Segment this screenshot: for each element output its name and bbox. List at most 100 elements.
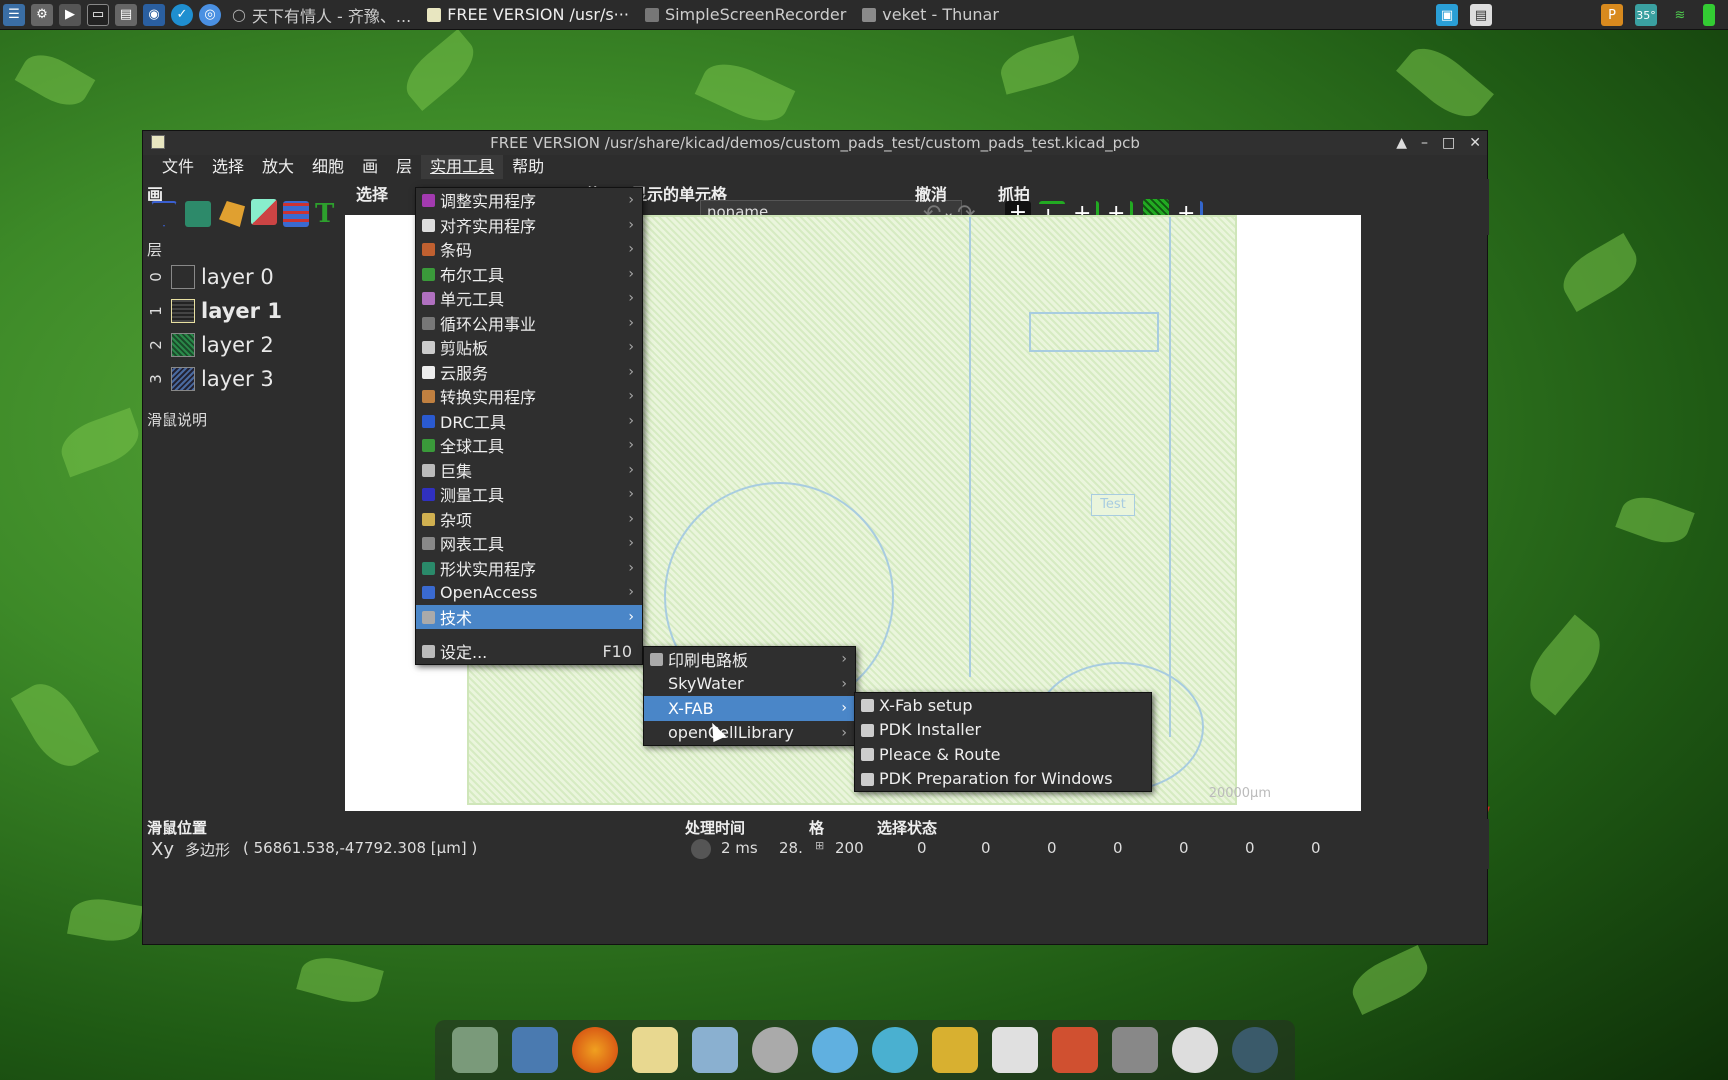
menu-help[interactable]: 帮助 <box>503 155 553 179</box>
dock-files-icon[interactable] <box>452 1027 498 1073</box>
align-icon <box>422 218 435 232</box>
dock-firefox-icon[interactable] <box>572 1027 618 1073</box>
utilities-item[interactable]: 布尔工具 › <box>416 262 642 287</box>
window-list-icon[interactable]: ▤ <box>1470 4 1492 26</box>
package-icon[interactable]: P <box>1601 4 1623 26</box>
utilities-item[interactable]: 网表工具 › <box>416 531 642 556</box>
layer-row[interactable]: 3 layer 3 <box>147 363 274 395</box>
utilities-item[interactable]: 单元工具 › <box>416 286 642 311</box>
app-menu-icon[interactable]: ☰ <box>3 3 25 26</box>
xfab-submenu: X-Fab setup PDK Installer Pleace & Route… <box>854 692 1152 792</box>
text-tool-icon[interactable]: T <box>315 199 341 229</box>
netlist-icon <box>422 537 435 550</box>
dock-media-player-icon[interactable] <box>872 1027 918 1073</box>
dock-monitor-icon[interactable] <box>512 1027 558 1073</box>
menu-file[interactable]: 文件 <box>153 155 203 179</box>
dock-drive-icon[interactable] <box>1112 1027 1158 1073</box>
desktop-icon[interactable]: ▣ <box>1436 4 1458 26</box>
check-icon[interactable]: ✓ <box>171 3 193 26</box>
minimize-button[interactable]: – <box>1421 135 1428 151</box>
menu-label: 印刷电路板 <box>668 651 749 671</box>
utilities-item[interactable]: 条码 › <box>416 237 642 262</box>
chevron-right-icon: › <box>628 535 634 552</box>
layer-row[interactable]: 0 layer 0 <box>147 261 274 293</box>
menu-label: 设定... <box>440 643 488 663</box>
task-label: veket - Thunar <box>882 5 999 24</box>
utilities-item[interactable]: OpenAccess › <box>416 580 642 605</box>
dock-globe-icon[interactable] <box>1232 1027 1278 1073</box>
utilities-item[interactable]: 杂项 › <box>416 507 642 532</box>
utilities-item[interactable]: 巨集 › <box>416 458 642 483</box>
tech-item-xfab[interactable]: X-FAB › <box>644 696 855 721</box>
utilities-item[interactable]: 全球工具 › <box>416 433 642 458</box>
layer-row[interactable]: 1 layer 1 <box>147 295 282 327</box>
utilities-item[interactable]: 剪贴板 › <box>416 335 642 360</box>
selection-count: 0 <box>917 839 927 857</box>
settings-item[interactable]: 设定... F10 <box>416 639 642 664</box>
utilities-item[interactable]: 测量工具 › <box>416 482 642 507</box>
dock-rocket-icon[interactable] <box>1052 1027 1098 1073</box>
shade-icon[interactable]: ▲ <box>1396 135 1407 151</box>
task-thunar[interactable]: veket - Thunar <box>854 0 1007 30</box>
utilities-item[interactable]: 云服务 › <box>416 360 642 385</box>
folder-task-icon <box>862 7 877 22</box>
menu-select[interactable]: 选择 <box>203 155 253 179</box>
xfab-item-pdk-windows[interactable]: PDK Preparation for Windows <box>855 767 1151 792</box>
xfab-item-place-route[interactable]: Pleace & Route <box>855 742 1151 767</box>
task-kicad[interactable]: FREE VERSION /usr/s··· <box>419 0 637 30</box>
box-tool-icon[interactable] <box>185 201 211 227</box>
selection-count: 0 <box>1113 839 1123 857</box>
test-label: Test <box>1091 494 1135 516</box>
layer-label: layer 2 <box>201 333 274 357</box>
tech-item-skywater[interactable]: SkyWater › <box>644 672 855 697</box>
files-icon[interactable]: ▤ <box>115 3 137 26</box>
menu-label: OpenAccess <box>440 582 538 602</box>
app-icon <box>151 135 165 149</box>
close-button[interactable]: ✕ <box>1469 135 1481 151</box>
dock-image-viewer-icon[interactable] <box>692 1027 738 1073</box>
dock-chart-icon[interactable] <box>992 1027 1038 1073</box>
menu-utilities[interactable]: 实用工具 <box>421 155 504 179</box>
menu-layer[interactable]: 层 <box>387 155 421 179</box>
chevron-right-icon: › <box>628 241 634 258</box>
utilities-item[interactable]: 转换实用程序 › <box>416 384 642 409</box>
dock-network-icon[interactable] <box>812 1027 858 1073</box>
terminal-icon[interactable]: ▭ <box>87 3 109 26</box>
layer-number: 3 <box>147 374 165 384</box>
menu-draw[interactable]: 画 <box>353 155 387 179</box>
task-music[interactable]: ○ 天下有情人 - 齐豫、... <box>224 0 419 30</box>
menu-cell[interactable]: 细胞 <box>303 155 353 179</box>
dock-disc-icon[interactable] <box>752 1027 798 1073</box>
chevron-right-icon: › <box>841 651 847 668</box>
battery-icon[interactable] <box>1703 4 1715 26</box>
task-recorder[interactable]: SimpleScreenRecorder <box>637 0 854 30</box>
utilities-item[interactable]: 形状实用程序 › <box>416 556 642 581</box>
menu-zoom[interactable]: 放大 <box>253 155 303 179</box>
settings-icon[interactable]: ⚙ <box>31 3 53 26</box>
maximize-button[interactable]: □ <box>1442 135 1455 151</box>
utilities-item[interactable]: DRC工具 › <box>416 409 642 434</box>
polygon-tool-icon[interactable] <box>151 201 177 227</box>
kicad-task-icon <box>427 7 442 22</box>
dock-settings-icon[interactable] <box>1172 1027 1218 1073</box>
browser-icon[interactable]: ◎ <box>199 3 221 26</box>
layer-row[interactable]: 2 layer 2 <box>147 329 274 361</box>
dock-editor-icon[interactable] <box>632 1027 678 1073</box>
array-tool-icon[interactable] <box>283 201 309 227</box>
xfab-item-setup[interactable]: X-Fab setup <box>855 693 1151 718</box>
instance-tool-icon[interactable] <box>251 199 277 225</box>
dock-folder-icon[interactable] <box>932 1027 978 1073</box>
path-tool-icon[interactable] <box>219 201 245 227</box>
wifi-icon[interactable]: ≋ <box>1669 4 1691 26</box>
grid-value: 200 <box>835 839 864 857</box>
run-icon[interactable]: ▶ <box>59 3 81 26</box>
screenshot-icon[interactable]: ◉ <box>143 3 165 26</box>
utilities-item[interactable]: 调整实用程序 › <box>416 188 642 213</box>
script-icon <box>861 748 874 761</box>
tech-item-opencell[interactable]: openCellLibrary › <box>644 721 855 746</box>
tech-item-pcb[interactable]: 印刷电路板 › <box>644 647 855 672</box>
xfab-item-pdk-installer[interactable]: PDK Installer <box>855 718 1151 743</box>
utilities-item[interactable]: 对齐实用程序 › <box>416 213 642 238</box>
utilities-item[interactable]: 技术 › <box>416 604 642 629</box>
utilities-item[interactable]: 循环公用事业 › <box>416 311 642 336</box>
